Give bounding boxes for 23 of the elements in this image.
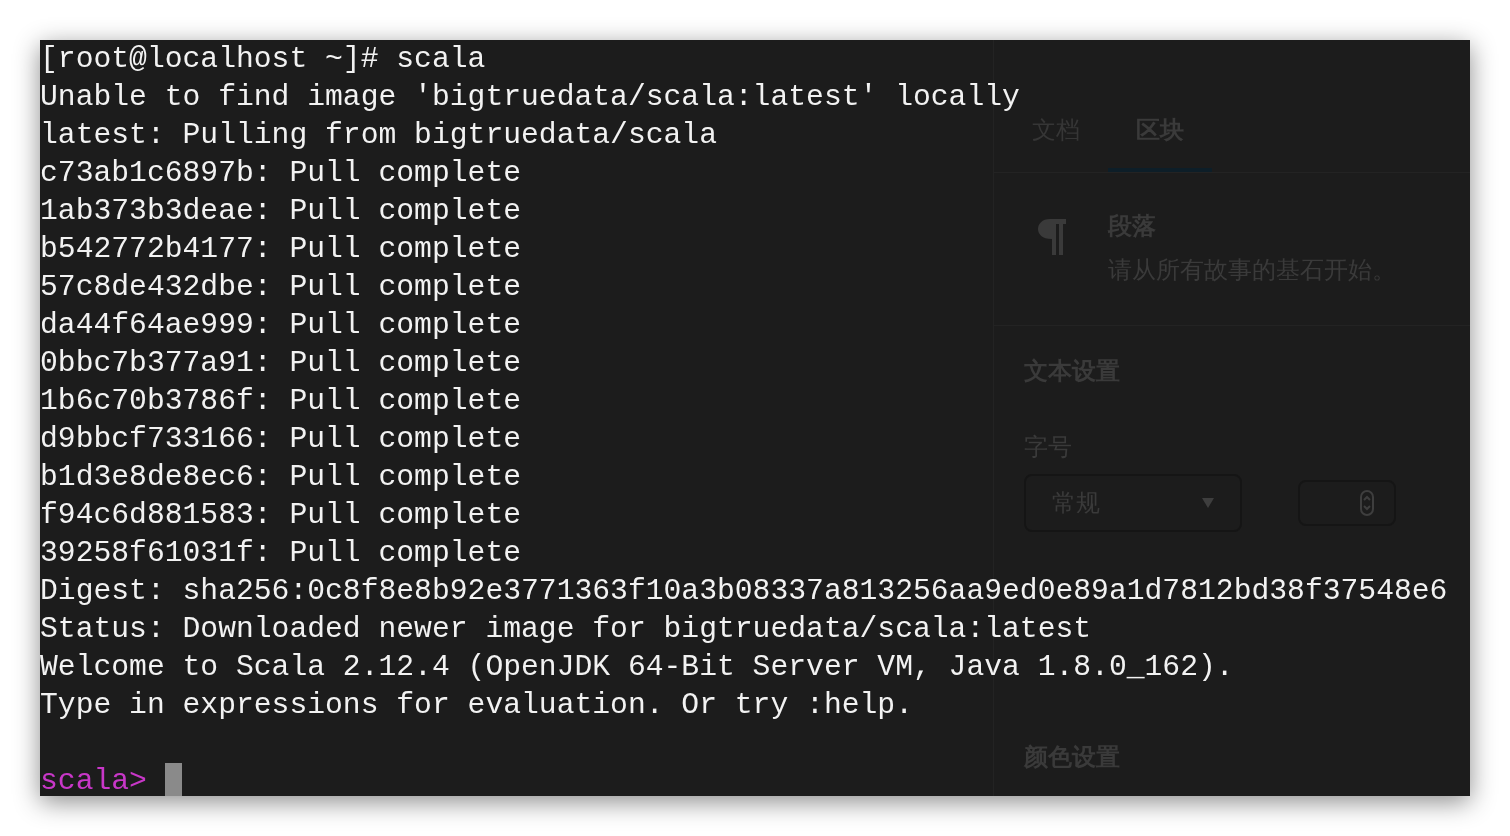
terminal-line: 57c8de432dbe: Pull complete <box>40 270 522 304</box>
terminal-line: d9bbcf733166: Pull complete <box>40 422 522 456</box>
terminal-line: Type in expressions for evaluation. Or try :help. <box>40 688 913 722</box>
terminal-line: 1b6c70b3786f: Pull complete <box>40 384 522 418</box>
terminal-line: Digest: sha256:0c8f8e8b92e3771363f10a3b08337a813256aa9ed0e89a1d7812bd38f37548e6 <box>40 574 1448 608</box>
pilcrow-icon <box>1038 217 1068 255</box>
terminal-line: c73ab1c6897b: Pull complete <box>40 156 522 190</box>
terminal-line: b1d3e8de8ec6: Pull complete <box>40 460 522 494</box>
terminal-line: latest: Pulling from bigtruedata/scala <box>40 118 717 152</box>
caret-icon <box>1202 498 1214 508</box>
number-stepper[interactable] <box>1298 480 1396 526</box>
terminal-line: b542772b4177: Pull complete <box>40 232 522 266</box>
terminal-line: [root@localhost ~]# scala <box>40 42 486 76</box>
terminal-line: da44f64ae999: Pull complete <box>40 308 522 342</box>
terminal-line: Welcome to Scala 2.12.4 (OpenJDK 64-Bit Server VM, Java 1.8.0_162). <box>40 650 1234 684</box>
stepper-icon <box>1360 490 1374 516</box>
terminal-line: Unable to find image 'bigtruedata/scala:latest' locally <box>40 80 1020 114</box>
terminal-line: f94c6d881583: Pull complete <box>40 498 522 532</box>
terminal-line: 1ab373b3deae: Pull complete <box>40 194 522 228</box>
terminal-line: Status: Downloaded newer image for bigtruedata/scala:latest <box>40 612 1092 646</box>
terminal-line: 0bbc7b377a91: Pull complete <box>40 346 522 380</box>
prompt: scala> <box>40 763 147 796</box>
terminal-line: 39258f61031f: Pull complete <box>40 536 522 570</box>
